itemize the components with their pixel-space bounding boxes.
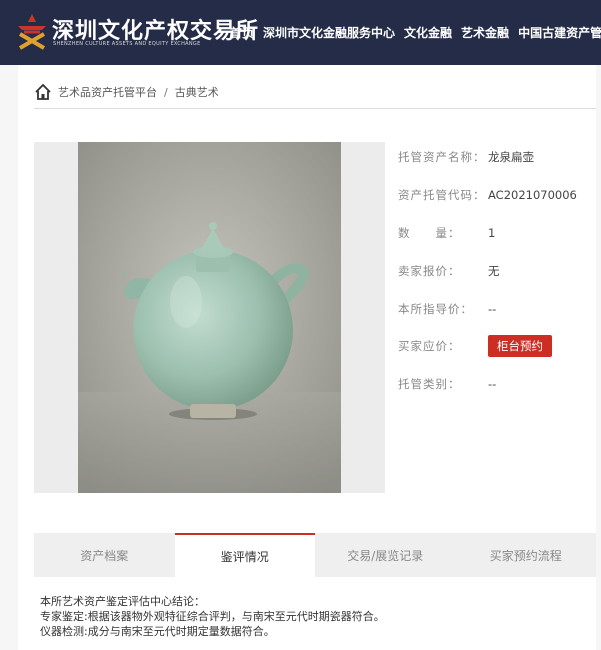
info-row-quantity: 数 量： 1	[398, 222, 495, 244]
nav-item-finance-center[interactable]: 深圳市文化金融服务中心	[263, 24, 395, 42]
breadcrumb-item-platform[interactable]: 艺术品资产托管平台	[58, 84, 157, 100]
product-photo[interactable]	[78, 142, 341, 493]
main-nav: 首页 深圳市文化金融服务中心 文化金融 艺术金融 中国古建资产管理计	[230, 24, 601, 42]
nav-item-culture-finance[interactable]: 文化金融	[404, 24, 452, 42]
home-icon[interactable]	[34, 83, 52, 101]
custody-category-value: --	[488, 377, 497, 391]
nav-item-ancient-building[interactable]: 中国古建资产管理计	[518, 24, 601, 42]
asset-name-value: 龙泉扁壶	[488, 150, 534, 164]
info-row-asset-name: 托管资产名称： 龙泉扁壶	[398, 146, 534, 168]
guide-price-value: --	[488, 302, 497, 316]
info-row-custody-category: 托管类别： --	[398, 373, 496, 395]
asset-name-label: 托管资产名称：	[398, 150, 486, 164]
info-row-asset-code: 资产托管代码： AC2021070006	[398, 184, 577, 206]
info-row-guide-price: 本所指导价： --	[398, 298, 496, 320]
instrument-test-text: 仪器检测:成分与南宋至元代时期定量数据符合。	[40, 625, 275, 638]
logo-icon[interactable]	[14, 12, 50, 50]
seller-price-value: 无	[488, 264, 500, 278]
site-header: 深圳文化产权交易所 SHENZHEN CULTURE ASSETS AND EQ…	[0, 0, 601, 65]
seller-price-label: 卖家报价：	[398, 264, 461, 278]
asset-code-label: 资产托管代码：	[398, 188, 486, 202]
expert-appraisal-text: 专家鉴定:根据该器物外观特征综合评判，与南宋至元代时期瓷器符合。	[40, 610, 385, 623]
breadcrumb: 艺术品资产托管平台 / 古典艺术	[34, 82, 219, 102]
breadcrumb-item-classical-art[interactable]: 古典艺术	[175, 84, 219, 100]
tab-trade-exhibition-records[interactable]: 交易/展览记录	[315, 533, 456, 577]
buyer-bid-label: 买家应价：	[398, 339, 461, 353]
celadon-flask-image	[78, 142, 341, 493]
nav-item-art-finance[interactable]: 艺术金融	[461, 24, 509, 42]
asset-code-value: AC2021070006	[488, 188, 577, 202]
breadcrumb-separator: /	[164, 85, 168, 99]
guide-price-label: 本所指导价：	[398, 302, 473, 316]
brand-subtitle: SHENZHEN CULTURE ASSETS AND EQUITY EXCHA…	[53, 41, 201, 47]
custody-category-label: 托管类别：	[398, 377, 461, 391]
tab-asset-archive[interactable]: 资产档案	[34, 533, 175, 577]
breadcrumb-divider	[34, 108, 596, 109]
info-row-seller-price: 卖家报价： 无	[398, 260, 500, 282]
left-margin	[0, 65, 18, 650]
appraisal-heading: 本所艺术资产鉴定评估中心结论：	[40, 595, 205, 608]
detail-tabs: 资产档案 鉴评情况 交易/展览记录 买家预约流程	[34, 533, 596, 577]
quantity-value: 1	[488, 226, 496, 240]
quantity-label: 数 量：	[398, 226, 461, 240]
nav-item-home[interactable]: 首页	[230, 24, 254, 42]
image-panel	[34, 142, 385, 493]
appraisal-content: 本所艺术资产鉴定评估中心结论： 专家鉴定:根据该器物外观特征综合评判，与南宋至元…	[40, 594, 596, 639]
counter-reservation-button[interactable]: 柜台预约	[488, 335, 552, 357]
right-margin	[596, 65, 601, 650]
tab-appraisal[interactable]: 鉴评情况	[174, 533, 315, 577]
tab-buyer-reservation-process[interactable]: 买家预约流程	[456, 533, 597, 577]
info-row-buyer-bid: 买家应价： 柜台预约	[398, 335, 552, 357]
